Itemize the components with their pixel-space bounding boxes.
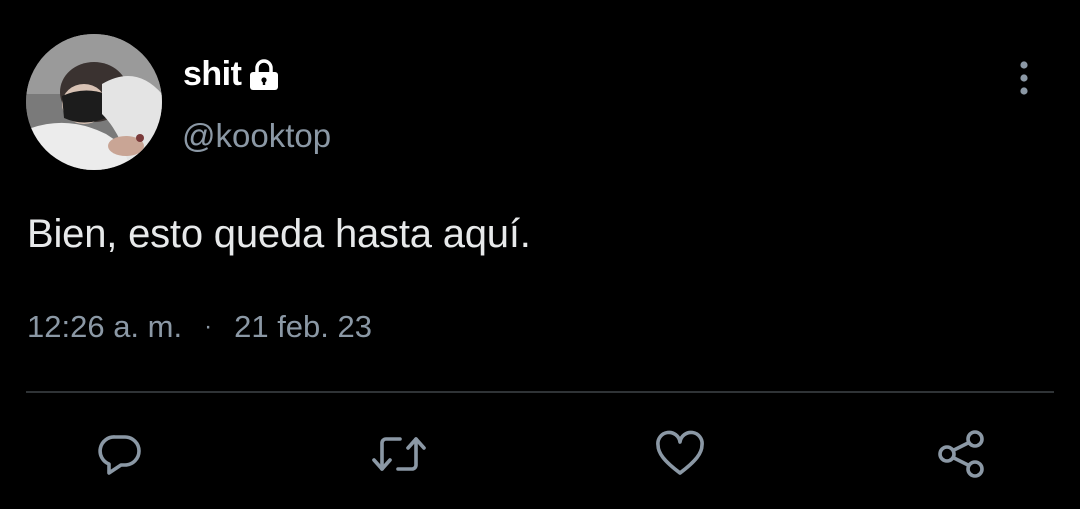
reply-icon <box>95 429 145 484</box>
reply-button[interactable] <box>94 430 146 482</box>
user-handle[interactable]: @kooktop <box>182 115 331 157</box>
display-name-row: shit <box>183 52 281 96</box>
tweet-text: Bien, esto queda hasta aquí. <box>27 212 531 256</box>
share-button[interactable] <box>935 428 987 485</box>
retweet-button[interactable] <box>370 429 428 484</box>
avatar-image <box>26 34 162 170</box>
more-vertical-icon[interactable] <box>1004 58 1044 98</box>
display-name[interactable]: shit <box>183 52 242 96</box>
share-icon <box>935 428 987 485</box>
meta-separator: · <box>204 313 213 340</box>
like-button[interactable] <box>654 430 706 482</box>
tweet-date[interactable]: 21 feb. 23 <box>234 306 372 348</box>
heart-icon <box>654 430 706 483</box>
tweet-meta: 12:26 a. m. · 21 feb. 23 <box>27 306 372 348</box>
lock-icon <box>247 59 281 91</box>
tweet-time[interactable]: 12:26 a. m. <box>27 306 182 348</box>
avatar[interactable] <box>26 34 162 170</box>
retweet-icon <box>370 429 428 484</box>
tweet-detail: shit @kooktop Bien, esto queda hasta aqu… <box>0 0 1080 509</box>
divider <box>26 391 1054 393</box>
